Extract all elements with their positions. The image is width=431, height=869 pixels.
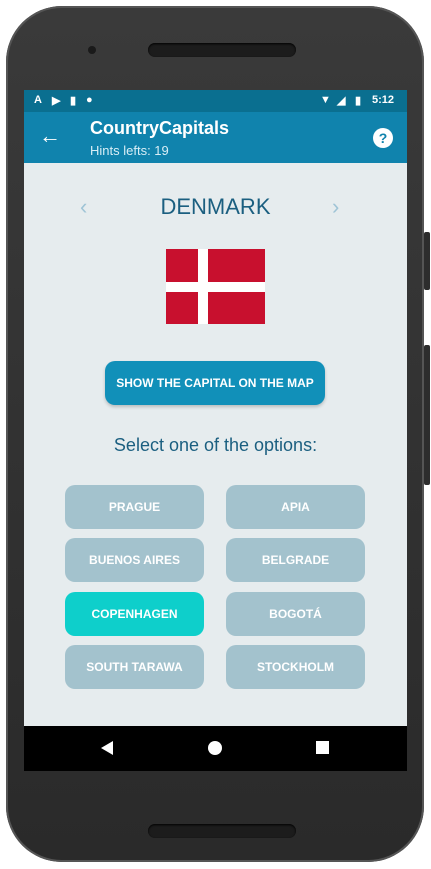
nav-recents-icon[interactable] — [316, 741, 329, 754]
option-button[interactable]: SOUTH TARAWA — [65, 645, 204, 689]
power-button — [424, 345, 430, 485]
option-button[interactable]: BOGOTÁ — [226, 592, 365, 636]
top-speaker — [148, 43, 296, 57]
nav-back-icon[interactable] — [101, 741, 113, 755]
camera-icon — [88, 46, 96, 54]
next-country-icon[interactable]: › — [332, 194, 339, 220]
option-button[interactable]: APIA — [226, 485, 365, 529]
wifi-icon: ▼ — [320, 94, 331, 106]
app-bar: ← CountryCapitals Hints lefts: 19 ? — [24, 112, 407, 163]
sd-card-icon: ▮ — [70, 95, 77, 107]
app-title: CountryCapitals — [90, 118, 230, 138]
nav-home-icon[interactable] — [208, 741, 222, 755]
circle-icon: ● — [86, 94, 93, 106]
options-prompt: Select one of the options: — [113, 435, 318, 455]
status-time: 5:12 — [372, 94, 395, 106]
hints-left: Hints lefts: 19 — [90, 143, 169, 158]
option-button[interactable]: BUENOS AIRES — [65, 538, 204, 582]
country-name: DENMARK — [160, 194, 271, 219]
option-button[interactable]: STOCKHOLM — [226, 645, 365, 689]
country-header: ‹ DENMARK › — [24, 190, 407, 226]
arrow-left-icon[interactable]: ← — [38, 124, 62, 148]
signal-icon: ◢ — [337, 95, 346, 107]
screen: A ▶ ▮ ● ▼ ◢ ▮ 5:12 ← CountryCapitals Hin… — [24, 90, 407, 771]
option-button-selected[interactable]: COPENHAGEN — [65, 592, 204, 636]
help-icon[interactable]: ? — [373, 128, 393, 148]
bottom-speaker — [148, 824, 296, 838]
option-button[interactable]: PRAGUE — [65, 485, 204, 529]
flag-cross-horizontal — [166, 282, 265, 292]
option-button[interactable]: BELGRADE — [226, 538, 365, 582]
volume-button — [424, 232, 430, 290]
a-icon: A — [34, 94, 42, 106]
youtube-icon: ▶ — [52, 95, 61, 107]
navigation-bar — [24, 726, 407, 771]
status-bar: A ▶ ▮ ● ▼ ◢ ▮ 5:12 — [24, 90, 407, 112]
denmark-flag — [166, 249, 265, 324]
battery-icon: ▮ — [355, 95, 362, 107]
show-capital-map-button[interactable]: SHOW THE CAPITAL ON THE MAP — [105, 361, 325, 405]
